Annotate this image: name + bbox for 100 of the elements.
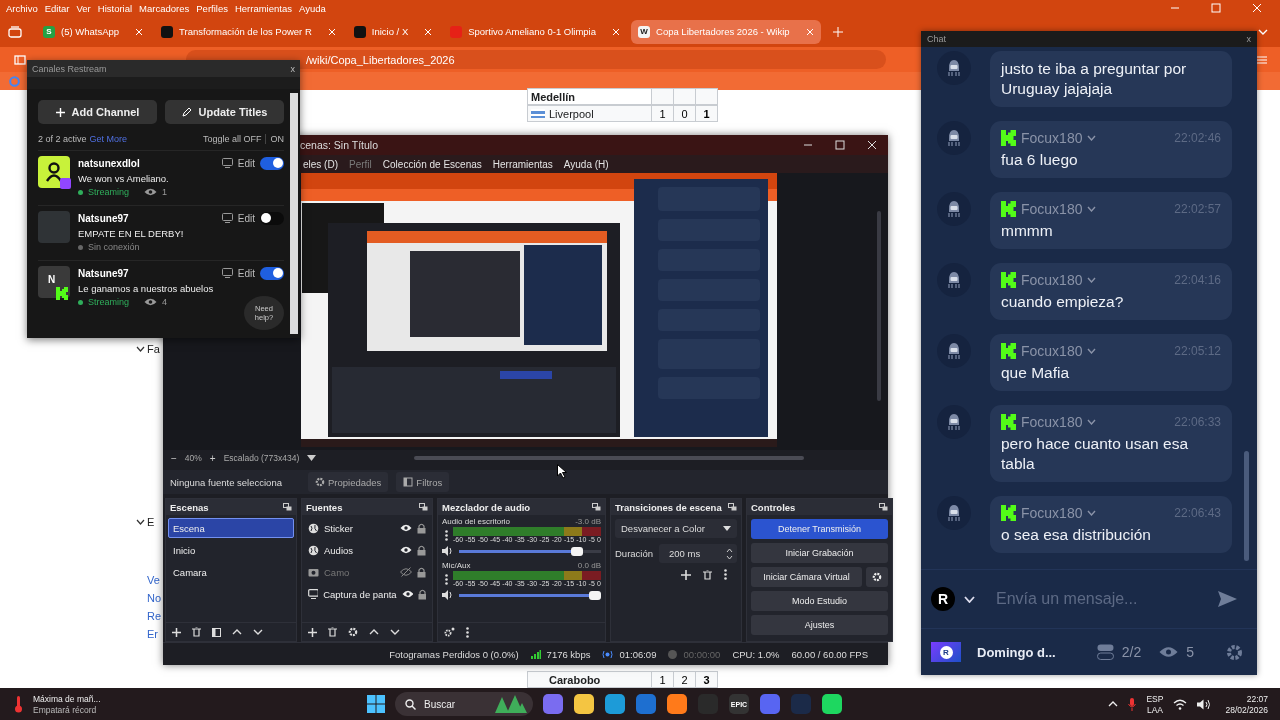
- duration-field[interactable]: 200 ms: [659, 544, 737, 563]
- zoom-out-button[interactable]: −: [171, 452, 177, 464]
- browser-tab[interactable]: Transformación de los Power R: [154, 19, 343, 44]
- close-button[interactable]: x: [1246, 34, 1251, 44]
- page-link[interactable]: No: [147, 592, 162, 604]
- username[interactable]: Focux180: [1021, 129, 1083, 146]
- monitor-icon[interactable]: [221, 158, 233, 168]
- edit-link[interactable]: Edit: [237, 157, 255, 169]
- menu-item[interactable]: Ayuda: [299, 2, 326, 14]
- clock[interactable]: 22:07 28/02/2026: [1225, 693, 1268, 715]
- chevron-up-icon[interactable]: [232, 629, 242, 635]
- close-icon[interactable]: [867, 140, 877, 150]
- keyboard-language[interactable]: ESP LAA: [1146, 693, 1164, 715]
- page-link[interactable]: Er: [147, 628, 158, 640]
- more-icon[interactable]: [445, 574, 448, 585]
- menu-item[interactable]: Marcadores: [139, 2, 190, 14]
- undock-icon[interactable]: [879, 503, 888, 511]
- weather-subtitle[interactable]: Empatará récord: [33, 704, 101, 715]
- scrollbar[interactable]: [290, 93, 298, 334]
- more-icon[interactable]: [724, 569, 727, 580]
- menu-item[interactable]: Historial: [97, 2, 133, 14]
- control-button[interactable]: Iniciar Grabación: [751, 543, 888, 563]
- trash-icon[interactable]: [328, 627, 337, 637]
- weather-title[interactable]: Máxima de mañ...: [33, 693, 101, 704]
- eye-icon[interactable]: [400, 524, 412, 532]
- monitor-icon[interactable]: [221, 268, 233, 278]
- undock-icon[interactable]: [592, 503, 601, 511]
- chevron-up-icon[interactable]: [1108, 701, 1119, 707]
- taskbar-app-icon[interactable]: [822, 694, 842, 714]
- channel-toggle[interactable]: [260, 156, 284, 170]
- lock-icon[interactable]: [417, 566, 426, 578]
- taskbar-app-icon[interactable]: [605, 694, 625, 714]
- microphone-icon[interactable]: [1128, 697, 1137, 711]
- menu-item[interactable]: Editar: [44, 2, 70, 14]
- scene-item[interactable]: Inicio: [168, 540, 294, 560]
- plus-icon[interactable]: [172, 627, 181, 637]
- taskbar-app-icon[interactable]: [543, 694, 563, 714]
- source-item[interactable]: Captura de panta: [323, 588, 397, 600]
- properties-button[interactable]: Propiedades: [308, 472, 389, 492]
- settings-button[interactable]: [866, 567, 888, 587]
- control-button[interactable]: Ajustes: [751, 615, 888, 635]
- update-titles-button[interactable]: Update Titles: [165, 100, 284, 124]
- scrollbar[interactable]: [877, 211, 881, 401]
- sidebar-icon[interactable]: [14, 54, 26, 65]
- username[interactable]: Focux180: [1021, 342, 1083, 359]
- more-icon[interactable]: [445, 530, 448, 541]
- gear-icon[interactable]: [348, 627, 358, 637]
- message-input[interactable]: Envía un mensaje...: [994, 589, 1209, 609]
- chevron-up-icon[interactable]: [369, 629, 379, 635]
- menu-item[interactable]: Herramientas: [234, 2, 292, 14]
- send-icon[interactable]: [1218, 591, 1237, 607]
- edit-link[interactable]: Edit: [237, 267, 255, 279]
- source-item[interactable]: Sticker: [324, 522, 395, 534]
- speaker-icon[interactable]: [442, 590, 453, 600]
- menu-item[interactable]: Ver: [76, 2, 91, 14]
- taskbar-app-icon[interactable]: [574, 694, 594, 714]
- browser-tab[interactable]: S (5) WhatsApp: [36, 19, 151, 44]
- scrollbar[interactable]: [1244, 451, 1249, 561]
- undock-icon[interactable]: [728, 503, 737, 511]
- speaker-icon[interactable]: [1197, 698, 1212, 710]
- windows-start-icon[interactable]: [367, 695, 385, 713]
- browser-tab[interactable]: W Copa Libertadores 2026 - Wikip: [631, 19, 821, 44]
- menu-item[interactable]: Herramientas: [492, 158, 553, 170]
- wifi-icon[interactable]: [1173, 698, 1188, 710]
- browser-tab[interactable]: Sportivo Ameliano 0-1 Olimpia: [443, 19, 627, 44]
- scene-item[interactable]: Escena: [168, 518, 294, 538]
- chevron-down-icon[interactable]: [136, 519, 145, 525]
- zoom-in-button[interactable]: +: [209, 452, 216, 464]
- trash-icon[interactable]: [192, 627, 201, 637]
- edit-link[interactable]: Edit: [237, 212, 255, 224]
- control-button[interactable]: Modo Estudio: [751, 591, 888, 611]
- search-field[interactable]: Buscar: [395, 692, 533, 716]
- lock-icon[interactable]: [417, 522, 426, 534]
- speaker-icon[interactable]: [442, 546, 453, 556]
- page-link[interactable]: Re: [147, 610, 162, 622]
- undock-icon[interactable]: [283, 503, 292, 511]
- menu-item[interactable]: Perfiles: [196, 2, 228, 14]
- settings-icon[interactable]: [1226, 643, 1243, 661]
- slider-thumb[interactable]: [589, 590, 601, 600]
- lock-icon[interactable]: [417, 544, 426, 556]
- source-item[interactable]: Audios: [324, 544, 395, 556]
- username[interactable]: Focux180: [1021, 200, 1083, 217]
- channel-toggle[interactable]: [260, 266, 284, 280]
- taskbar-app-icon[interactable]: [667, 694, 687, 714]
- browser-tab[interactable]: Inicio / X: [346, 19, 440, 44]
- menu-item[interactable]: Colección de Escenas: [382, 158, 482, 170]
- eye-icon[interactable]: [400, 546, 412, 554]
- get-more-link[interactable]: Get More: [89, 134, 128, 144]
- lock-icon[interactable]: [417, 588, 426, 600]
- filter-icon[interactable]: [212, 627, 221, 637]
- control-button[interactable]: Iniciar Cámara Virtual: [751, 567, 862, 587]
- menu-item[interactable]: Ayuda (H): [563, 158, 609, 170]
- add-channel-button[interactable]: Add Channel: [38, 100, 157, 124]
- chevron-down-icon[interactable]: [136, 346, 145, 352]
- more-icon[interactable]: [466, 626, 469, 638]
- scene-item[interactable]: Camara: [168, 562, 294, 582]
- slider-thumb[interactable]: [570, 546, 583, 556]
- menu-item[interactable]: Archivo: [6, 2, 38, 14]
- menu-icon[interactable]: [1257, 55, 1267, 64]
- trash-icon[interactable]: [703, 569, 712, 580]
